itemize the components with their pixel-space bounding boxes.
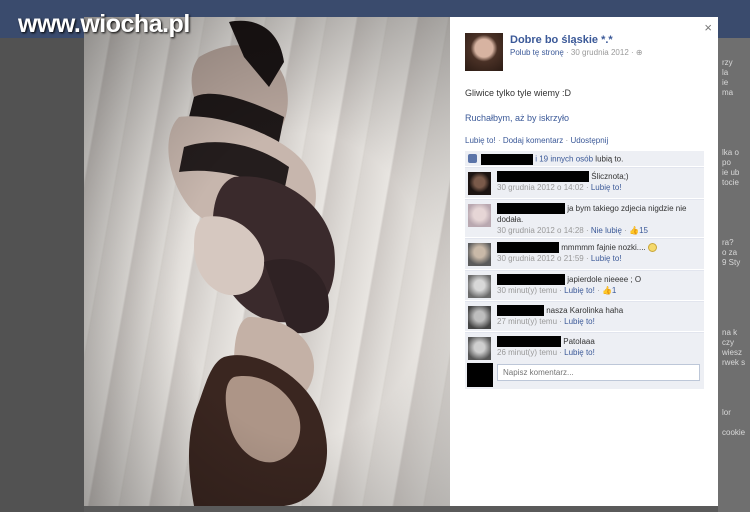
thumbs-up-icon: [468, 154, 477, 163]
comment-item: japierdole nieeee ; O 30 minut(y) temu ·…: [465, 270, 704, 300]
close-icon[interactable]: ×: [704, 20, 712, 35]
thumbs-up-icon: 👍: [629, 226, 640, 236]
bg-snippet: ie ub: [722, 168, 740, 177]
bg-snippet: o za: [722, 248, 738, 257]
comment-item: nasza Karolinka haha 27 minut(y) temu · …: [465, 301, 704, 331]
redacted-name: [497, 274, 565, 286]
post-date: · 30 grudnia 2012 ·: [566, 48, 634, 57]
current-user-avatar: [467, 363, 493, 387]
redacted-name: [497, 203, 565, 215]
bg-snippet: na k: [722, 328, 738, 337]
comment-like-button[interactable]: Lubię to!: [564, 286, 595, 295]
like-page-link[interactable]: Polub tę stronę: [510, 48, 564, 57]
comment-item: mmmmm fajnie nozki.... 30 grudnia 2012 o…: [465, 238, 704, 269]
commenter-avatar[interactable]: [468, 275, 491, 298]
bg-snippet: czy: [722, 338, 734, 347]
comment-item: ja bym takiego zdjecia nigdzie nie dodał…: [465, 199, 704, 237]
comment-time: 27 minut(y) temu: [497, 317, 558, 327]
comment-text: japierdole nieeee ; O: [567, 275, 642, 284]
post-text: Gliwice tylko tyle wiemy :D: [465, 88, 572, 98]
comment-text: Ślicznota;): [591, 172, 629, 181]
watermark: www.wiocha.pl: [18, 10, 190, 38]
comment-input[interactable]: [497, 364, 700, 381]
comment-time: 26 minut(y) temu: [497, 348, 558, 358]
commenter-avatar[interactable]: [468, 243, 491, 266]
post-panel: × Dobre bo śląskie *.* Polub tę stronę ·…: [450, 17, 718, 506]
redacted-name: [497, 336, 561, 348]
bg-snippet: wiesz: [722, 348, 743, 357]
comment-like-count[interactable]: 15: [639, 226, 648, 235]
smiley-icon: [647, 243, 657, 253]
thumbs-up-icon: 👍: [601, 286, 612, 296]
bg-snippet: ra?: [722, 238, 734, 247]
page-avatar[interactable]: [465, 33, 503, 71]
likes-summary: i 19 innych osób lubią to.: [465, 151, 704, 166]
bg-snippet: la: [722, 68, 729, 77]
post-photo[interactable]: [84, 17, 450, 506]
comment-like-button[interactable]: Lubię to!: [591, 183, 622, 192]
comment-like-button[interactable]: Lubię to!: [591, 254, 622, 263]
comment-like-count[interactable]: 1: [612, 286, 616, 295]
redacted-name: [497, 305, 544, 317]
comment-like-button[interactable]: Lubię to!: [564, 317, 595, 326]
bg-snippet: ie: [722, 78, 729, 87]
commenter-avatar[interactable]: [468, 306, 491, 329]
bg-snippet: cookie: [722, 428, 746, 437]
bg-snippet: 9 Sty: [722, 258, 741, 267]
background-left-column: [0, 38, 84, 512]
comment-time: 30 minut(y) temu: [497, 286, 558, 296]
add-comment-button[interactable]: Dodaj komentarz: [503, 136, 563, 145]
photo-vignette: [84, 17, 450, 506]
background-right-column: [718, 38, 750, 512]
comment-like-button[interactable]: Lubię to!: [564, 348, 595, 357]
share-button[interactable]: Udostępnij: [570, 136, 608, 145]
redacted-name: [497, 242, 559, 254]
comment-item: Patolaaa 26 minut(y) temu · Lubię to!: [465, 332, 704, 361]
comment-composer: [465, 361, 704, 389]
page-name[interactable]: Dobre bo śląskie *.*: [510, 34, 613, 46]
bg-snippet: rzy: [722, 58, 733, 67]
comment-text: mmmmm fajnie nozki....: [561, 243, 646, 252]
likes-suffix: lubią to.: [595, 154, 624, 164]
commenter-avatar[interactable]: [468, 172, 491, 195]
redacted-name: [481, 154, 533, 165]
likes-others-link[interactable]: i 19 innych osób: [535, 155, 593, 164]
comment-time: 30 grudnia 2012 o 21:59: [497, 254, 584, 264]
commenter-avatar[interactable]: [468, 204, 491, 227]
post-actions: Lubię to! · Dodaj komentarz · Udostępnij: [465, 136, 608, 145]
commenter-avatar[interactable]: [468, 337, 491, 360]
bg-snippet: lka o: [722, 148, 739, 157]
page-meta: Polub tę stronę · 30 grudnia 2012 · ⊕: [510, 48, 643, 57]
comment-item: Ślicznota;) 30 grudnia 2012 o 14:02 · Lu…: [465, 167, 704, 198]
comment-unlike-button[interactable]: Nie lubię: [591, 226, 622, 235]
comment-time: 30 grudnia 2012 o 14:02: [497, 183, 584, 193]
comment-text: nasza Karolinka haha: [546, 306, 624, 315]
bg-snippet: po: [722, 158, 731, 167]
comment-time: 30 grudnia 2012 o 14:28: [497, 226, 584, 236]
bg-snippet: rwek s: [722, 358, 746, 367]
redacted-name: [497, 171, 589, 183]
comment-text: Patolaaa: [563, 337, 595, 346]
bg-snippet: lor: [722, 408, 731, 417]
bg-snippet: tocie: [722, 178, 739, 187]
bg-snippet: ma: [722, 88, 734, 97]
post-link[interactable]: Ruchałbym, aż by iskrzyło: [465, 113, 569, 123]
globe-icon: ⊕: [635, 48, 643, 57]
like-button[interactable]: Lubię to!: [465, 136, 496, 145]
